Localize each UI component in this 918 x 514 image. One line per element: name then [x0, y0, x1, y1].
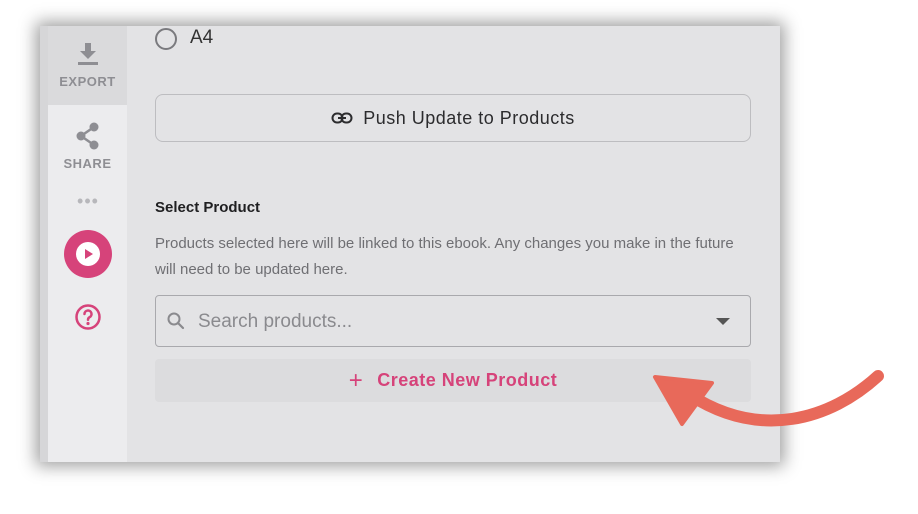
download-icon — [77, 43, 98, 65]
app-window: EXPORT SHARE ••• A4 Push Update to Produ… — [40, 26, 780, 462]
product-search-field[interactable] — [155, 295, 751, 347]
play-icon — [76, 242, 100, 266]
main-panel: A4 Push Update to Products Select Produc… — [127, 26, 780, 462]
share-label: SHARE — [63, 156, 112, 171]
link-icon — [331, 112, 353, 124]
help-icon — [75, 304, 101, 330]
more-options-icon[interactable]: ••• — [76, 192, 100, 210]
product-search-input[interactable] — [196, 309, 700, 335]
push-update-button[interactable]: Push Update to Products — [155, 94, 751, 142]
sidebar-item-share[interactable]: SHARE — [48, 122, 127, 171]
sidebar-item-export[interactable]: EXPORT — [48, 42, 127, 89]
format-radio-a4[interactable] — [155, 28, 177, 50]
export-label: EXPORT — [59, 74, 116, 89]
help-button[interactable] — [74, 303, 102, 331]
select-product-heading: Select Product — [155, 199, 261, 216]
plus-icon: + — [348, 366, 364, 394]
chevron-down-icon[interactable] — [716, 318, 730, 325]
play-button[interactable] — [64, 230, 112, 278]
create-new-product-button[interactable]: + Create New Product — [155, 359, 751, 402]
format-radio-label: A4 — [190, 27, 214, 48]
search-icon — [167, 312, 185, 330]
sidebar: EXPORT SHARE ••• — [48, 26, 127, 462]
push-update-label: Push Update to Products — [363, 107, 575, 128]
share-icon — [76, 122, 98, 150]
window-left-edge — [40, 26, 48, 462]
select-product-help-text: Products selected here will be linked to… — [155, 235, 734, 278]
create-new-product-label: Create New Product — [377, 370, 558, 390]
